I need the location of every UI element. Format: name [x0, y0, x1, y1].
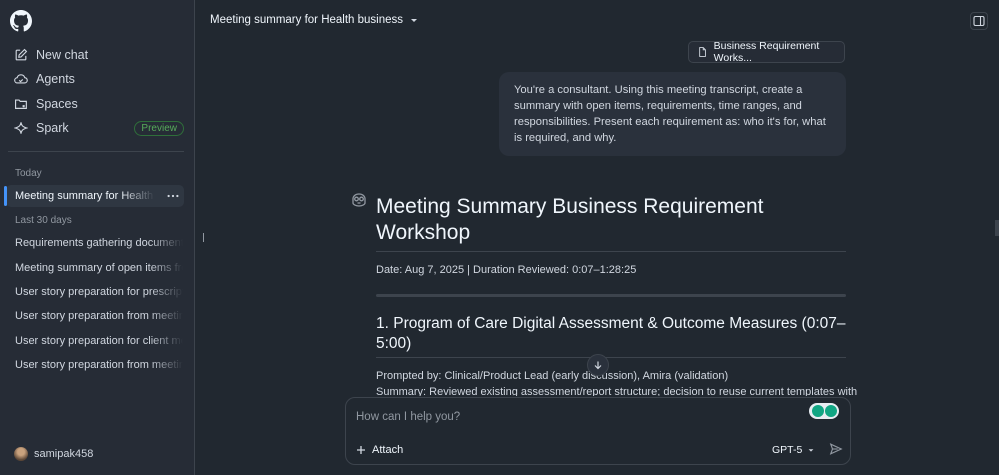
- chevron-down-icon: [411, 19, 418, 22]
- message-input[interactable]: [356, 409, 796, 425]
- attach-label: Attach: [372, 444, 404, 456]
- title-rule: [376, 251, 846, 252]
- plus-icon: [357, 446, 365, 454]
- nav-new-chat-label: New chat: [36, 48, 89, 62]
- chat-item-active-label[interactable]: Meeting summary for Health business: [15, 190, 155, 202]
- section-heading: 1. Program of Care Digital Assessment & …: [376, 315, 846, 352]
- avatar: [14, 447, 28, 461]
- composer: Attach GPT-5: [345, 397, 851, 465]
- preview-badge: Preview: [134, 120, 184, 136]
- send-icon[interactable]: [829, 442, 843, 456]
- text-cursor: [203, 233, 204, 242]
- grammarly-badge[interactable]: [809, 403, 839, 419]
- new-chat-icon: [15, 48, 28, 61]
- grammarly-g-icon: [824, 405, 837, 417]
- summary-text: Summary: Reviewed existing assessment/re…: [376, 386, 858, 396]
- attach-button[interactable]: Attach: [356, 444, 403, 456]
- user-profile[interactable]: samipak458: [14, 447, 93, 461]
- chat-item[interactable]: User story preparation from meeting tran…: [15, 310, 183, 322]
- section-today: Today: [15, 168, 42, 179]
- nav-spark[interactable]: Spark Preview: [6, 117, 186, 139]
- horizontal-rule: [376, 294, 846, 297]
- nav-spaces-label: Spaces: [36, 97, 78, 111]
- section-last-30-days: Last 30 days: [15, 215, 72, 226]
- scroll-to-bottom-button[interactable]: [587, 354, 609, 376]
- conversation-title[interactable]: Meeting summary for Health business: [210, 14, 419, 26]
- toggle-panel-button[interactable]: [970, 12, 988, 30]
- chevron-down-icon: [808, 449, 814, 452]
- grammarly-icon: [811, 405, 824, 417]
- agents-icon: [14, 74, 28, 84]
- conversation-title-label: Meeting summary for Health business: [210, 14, 404, 26]
- more-options-icon[interactable]: [166, 189, 180, 203]
- scrollbar[interactable]: [995, 220, 999, 236]
- nav-agents[interactable]: Agents: [6, 68, 186, 90]
- arrow-down-icon: [594, 361, 602, 370]
- nav-new-chat[interactable]: New chat: [6, 44, 186, 66]
- chat-item[interactable]: User story preparation for prescription …: [15, 286, 183, 298]
- attachment-name: Business Requirement Works...: [713, 40, 820, 64]
- nav-spark-label: Spark: [36, 121, 69, 135]
- nav-agents-label: Agents: [36, 72, 75, 86]
- sidebar-divider: [8, 151, 184, 152]
- chat-item[interactable]: Requirements gathering document for clie…: [15, 237, 183, 249]
- spark-icon: [14, 122, 28, 134]
- user-message: You're a consultant. Using this meeting …: [499, 72, 846, 156]
- active-indicator: [4, 186, 7, 206]
- github-logo-icon[interactable]: [10, 10, 32, 32]
- sidebar-panel-icon: [973, 15, 985, 27]
- model-label: GPT-5: [772, 444, 803, 456]
- chat-item[interactable]: Meeting summary of open items from: [15, 262, 183, 274]
- copilot-icon: [352, 193, 366, 207]
- spaces-icon: [15, 99, 27, 109]
- attachment-chip[interactable]: Business Requirement Works...: [688, 40, 845, 64]
- response-meta: Date: Aug 7, 2025 | Duration Reviewed: 0…: [376, 264, 637, 276]
- username: samipak458: [34, 448, 94, 460]
- nav-spaces[interactable]: Spaces: [6, 93, 186, 115]
- response-title: Meeting Summary Business Requirement Wor…: [376, 195, 764, 244]
- section-rule: [376, 357, 846, 358]
- prompted-by-text: Prompted by: Clinical/Product Lead (earl…: [376, 370, 729, 382]
- chat-item[interactable]: User story preparation for client meetin…: [15, 335, 183, 347]
- chat-item[interactable]: User story preparation from meeting tran…: [15, 359, 183, 371]
- sidebar: New chat Agents Spaces Spark Preview Tod…: [0, 0, 195, 475]
- model-picker[interactable]: GPT-5: [772, 444, 815, 456]
- file-icon: [699, 47, 706, 57]
